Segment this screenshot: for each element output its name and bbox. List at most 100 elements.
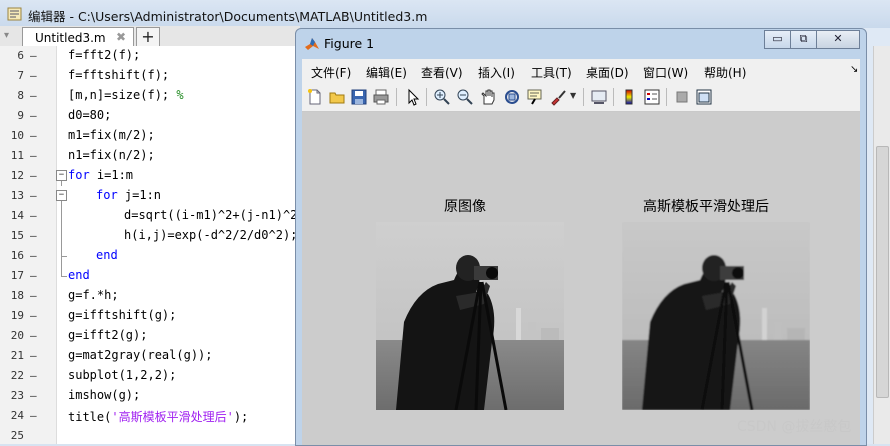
- code-content: title(: [68, 410, 112, 424]
- menu-insert[interactable]: 插入(I): [478, 64, 515, 81]
- fold-toggle-icon[interactable]: −: [56, 170, 67, 181]
- code-line[interactable]: 9– d0=80;: [0, 106, 300, 126]
- data-cursor-icon[interactable]: [526, 88, 544, 106]
- tab-label: Untitled3.m: [35, 31, 106, 45]
- code-line[interactable]: 24– title('高斯模板平滑处理后');: [0, 406, 300, 426]
- code-line[interactable]: 12– for i=1:m: [0, 166, 300, 186]
- code-keyword: end: [96, 248, 118, 262]
- code-text: for j=1:n: [96, 188, 161, 202]
- restore-button[interactable]: ⧉: [790, 30, 817, 49]
- zoom-out-icon[interactable]: [456, 88, 474, 106]
- close-button[interactable]: ✕: [816, 30, 860, 49]
- breakpoint-marker[interactable]: –: [30, 49, 37, 62]
- line-number: 9: [17, 109, 24, 122]
- code-line[interactable]: 22– subplot(1,2,2);: [0, 366, 300, 386]
- breakpoint-marker[interactable]: –: [30, 129, 37, 142]
- breakpoint-marker[interactable]: –: [30, 89, 37, 102]
- code-content: g=mat2gray(real(g));: [68, 348, 213, 362]
- menu-desktop[interactable]: 桌面(D): [586, 64, 629, 81]
- code-string: '高斯模板平滑处理后': [111, 410, 234, 424]
- breakpoint-marker[interactable]: –: [30, 169, 37, 182]
- show-tools-icon[interactable]: [695, 88, 713, 106]
- code-line[interactable]: 15– h(i,j)=exp(-d^2/2/d0^2);: [0, 226, 300, 246]
- code-line[interactable]: 17– end: [0, 266, 300, 286]
- rotate-icon[interactable]: [503, 88, 521, 106]
- pan-icon[interactable]: [479, 88, 497, 106]
- breakpoint-marker[interactable]: –: [30, 289, 37, 302]
- code-line[interactable]: 16– end: [0, 246, 300, 266]
- breakpoint-marker[interactable]: –: [30, 109, 37, 122]
- breakpoint-marker[interactable]: –: [30, 229, 37, 242]
- link-icon[interactable]: [590, 88, 608, 106]
- menu-edit[interactable]: 编辑(E): [366, 64, 407, 81]
- menubar-dock-icon[interactable]: ↘: [850, 64, 858, 75]
- breakpoint-marker[interactable]: –: [30, 389, 37, 402]
- minimize-button[interactable]: ▭: [764, 30, 791, 49]
- code-content: f=fftshift(f);: [68, 68, 170, 82]
- cameraman-smoothed-image[interactable]: [622, 222, 810, 410]
- breakpoint-marker[interactable]: –: [30, 369, 37, 382]
- colorbar-icon[interactable]: [620, 88, 638, 106]
- legend-icon[interactable]: [643, 88, 661, 106]
- code-line[interactable]: 13– for j=1:n: [0, 186, 300, 206]
- code-line[interactable]: 14– d=sqrt((i-m1)^2+(j-n1)^2: [0, 206, 300, 226]
- breakpoint-marker[interactable]: –: [30, 249, 37, 262]
- code-line[interactable]: 8– [m,n]=size(f); %: [0, 86, 300, 106]
- fold-toggle-icon[interactable]: −: [56, 190, 67, 201]
- code-text: f=fft2(f);: [68, 48, 140, 62]
- figure-titlebar: Figure 1 ▭ ⧉ ✕: [296, 29, 866, 59]
- code-line[interactable]: 11– n1=fix(n/2);: [0, 146, 300, 166]
- breakpoint-marker[interactable]: –: [30, 409, 37, 422]
- code-keyword: end: [68, 268, 90, 282]
- line-number: 17: [10, 269, 24, 282]
- figure-client-area: 文件(F) 编辑(E) 查看(V) 插入(I) 工具(T) 桌面(D) 窗口(W…: [302, 59, 860, 445]
- code-editor[interactable]: 6– f=fft2(f); 7– f=fftshift(f); 8– [m,n]=size…: [0, 46, 300, 444]
- pointer-icon[interactable]: [404, 88, 422, 106]
- menu-view[interactable]: 查看(V): [421, 64, 463, 81]
- menu-help[interactable]: 帮助(H): [704, 64, 746, 81]
- code-line[interactable]: 10– m1=fix(m/2);: [0, 126, 300, 146]
- new-tab-button[interactable]: +: [136, 27, 160, 48]
- tab-untitled3[interactable]: Untitled3.m ✖: [22, 27, 134, 47]
- cameraman-original-image[interactable]: [376, 222, 564, 410]
- open-icon[interactable]: [328, 88, 346, 106]
- breakpoint-marker[interactable]: –: [30, 309, 37, 322]
- menu-file[interactable]: 文件(F): [311, 64, 351, 81]
- save-icon[interactable]: [350, 88, 368, 106]
- breakpoint-marker[interactable]: –: [30, 329, 37, 342]
- breakpoint-marker[interactable]: –: [30, 209, 37, 222]
- scrollbar-thumb[interactable]: [876, 146, 889, 398]
- code-line[interactable]: 7– f=fftshift(f);: [0, 66, 300, 86]
- new-figure-icon[interactable]: [306, 88, 324, 106]
- code-line[interactable]: 20– g=ifft2(g);: [0, 326, 300, 346]
- code-text: g=ifftshift(g);: [68, 308, 176, 322]
- code-line[interactable]: 21– g=mat2gray(real(g));: [0, 346, 300, 366]
- figure-menubar: 文件(F) 编辑(E) 查看(V) 插入(I) 工具(T) 桌面(D) 窗口(W…: [302, 59, 860, 83]
- breakpoint-marker[interactable]: –: [30, 69, 37, 82]
- code-text: n1=fix(n/2);: [68, 148, 155, 162]
- code-content: [m,n]=size(f);: [68, 88, 170, 102]
- breakpoint-marker[interactable]: –: [30, 269, 37, 282]
- menu-tools[interactable]: 工具(T): [531, 64, 572, 81]
- line-number: 22: [10, 369, 24, 382]
- line-number: 19: [10, 309, 24, 322]
- hide-tools-icon[interactable]: [673, 88, 691, 106]
- zoom-in-icon[interactable]: [433, 88, 451, 106]
- code-content: subplot(1,2,2);: [68, 368, 177, 382]
- code-line[interactable]: 18– g=f.*h;: [0, 286, 300, 306]
- code-line[interactable]: 6– f=fft2(f);: [0, 46, 300, 66]
- tab-list-icon[interactable]: ▾: [4, 30, 9, 41]
- code-line[interactable]: 23– imshow(g);: [0, 386, 300, 406]
- subplot-title-smoothed: 高斯模板平滑处理后: [643, 199, 769, 215]
- toolbar-separator: [583, 88, 584, 106]
- tab-close-icon[interactable]: ✖: [116, 30, 126, 44]
- print-icon[interactable]: [372, 88, 390, 106]
- code-line[interactable]: 25: [0, 426, 300, 446]
- breakpoint-marker[interactable]: –: [30, 189, 37, 202]
- breakpoint-marker[interactable]: –: [30, 349, 37, 362]
- brush-icon[interactable]: [549, 88, 567, 106]
- menu-window[interactable]: 窗口(W): [643, 64, 688, 81]
- code-line[interactable]: 19– g=ifftshift(g);: [0, 306, 300, 326]
- brush-dropdown-icon[interactable]: ▼: [570, 91, 576, 100]
- breakpoint-marker[interactable]: –: [30, 149, 37, 162]
